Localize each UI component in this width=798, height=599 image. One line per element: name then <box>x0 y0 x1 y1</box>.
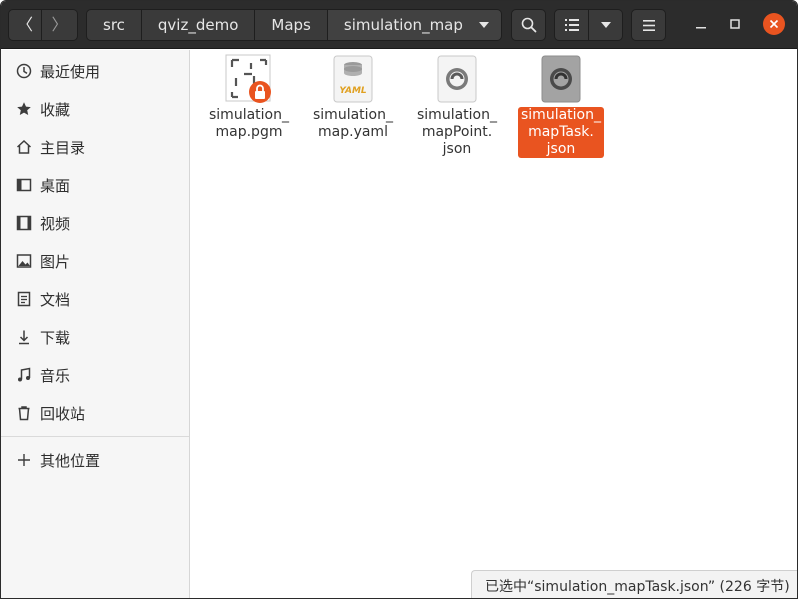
file-name-line: simulation_ <box>521 107 601 123</box>
close-icon <box>769 19 779 29</box>
file-manager-window: 〈 〉 src qviz_demo Maps simulation_map 最近… <box>0 0 798 599</box>
chevron-right-icon: 〉 <box>51 15 68 34</box>
list-view-button[interactable] <box>554 9 589 41</box>
file-view: simulation_ map.pgm YAML simulation_ map… <box>191 50 797 598</box>
video-icon <box>16 215 32 231</box>
sidebar-item-label: 音乐 <box>40 366 71 385</box>
chevron-left-icon: 〈 <box>16 15 33 34</box>
file-name: simulation_ mapPoint. json <box>414 107 500 158</box>
maximize-icon <box>730 19 740 29</box>
file-name-line: json <box>546 141 576 157</box>
file-name-line: simulation_ <box>417 107 497 123</box>
sidebar-item-downloads[interactable]: 下载 <box>1 318 189 356</box>
breadcrumb-src[interactable]: src <box>86 9 142 41</box>
minimize-button[interactable] <box>690 13 712 35</box>
breadcrumb-current-label: simulation_map <box>343 16 463 34</box>
sidebar-item-recent[interactable]: 最近使用 <box>1 52 189 90</box>
sidebar-item-label: 回收站 <box>40 404 86 423</box>
file-item[interactable]: simulation_ mapPoint. json <box>413 54 501 158</box>
json-file-icon <box>536 54 586 104</box>
music-icon <box>16 367 32 383</box>
image-file-icon <box>224 54 274 104</box>
close-button[interactable] <box>763 13 785 35</box>
sidebar-item-other-locations[interactable]: 其他位置 <box>1 441 189 479</box>
sidebar-item-starred[interactable]: 收藏 <box>1 90 189 128</box>
file-name: simulation_ map.pgm <box>206 107 292 141</box>
file-item[interactable]: simulation_ map.pgm <box>205 54 293 141</box>
home-icon <box>16 139 32 155</box>
sidebar-item-label: 视频 <box>40 214 71 233</box>
json-file-icon <box>432 54 482 104</box>
clock-icon <box>16 63 32 79</box>
sidebar-item-label: 图片 <box>40 252 71 271</box>
breadcrumb-maps[interactable]: Maps <box>255 9 328 41</box>
header-bar: 〈 〉 src qviz_demo Maps simulation_map <box>1 1 797 49</box>
document-icon <box>16 291 32 307</box>
sidebar-item-documents[interactable]: 文档 <box>1 280 189 318</box>
star-icon <box>16 101 32 117</box>
sidebar-item-label: 最近使用 <box>40 62 101 81</box>
download-icon <box>16 329 32 345</box>
sidebar: 最近使用 收藏 主目录 桌面 视频 图片 文档 下载 音乐 回收站 其他位置 <box>1 50 190 598</box>
search-icon <box>521 17 536 33</box>
hamburger-icon <box>642 19 655 31</box>
yaml-file-icon: YAML <box>328 54 378 104</box>
sidebar-item-label: 桌面 <box>40 176 71 195</box>
sidebar-item-trash[interactable]: 回收站 <box>1 394 189 432</box>
path-bar: src qviz_demo Maps simulation_map <box>86 9 502 41</box>
minimize-icon <box>696 27 706 29</box>
sidebar-item-label: 主目录 <box>40 138 86 157</box>
file-name: simulation_ map.yaml <box>310 107 396 141</box>
search-button[interactable] <box>511 9 546 41</box>
caret-down-icon <box>600 22 611 28</box>
forward-button[interactable]: 〉 <box>42 9 78 41</box>
sidebar-item-label: 下载 <box>40 328 71 347</box>
file-name-line: simulation_ <box>209 107 289 123</box>
sidebar-separator <box>1 436 189 437</box>
list-view-icon <box>564 19 579 31</box>
file-item-selected[interactable]: simulation_ mapTask. json <box>517 54 605 158</box>
sidebar-item-label: 其他位置 <box>40 451 101 470</box>
sidebar-item-desktop[interactable]: 桌面 <box>1 166 189 204</box>
sidebar-item-label: 收藏 <box>40 100 71 119</box>
file-name-line: map.yaml <box>318 124 388 140</box>
desktop-icon <box>16 177 32 193</box>
yaml-badge-text: YAML <box>339 86 367 96</box>
file-name-line: mapPoint. <box>421 124 493 140</box>
file-name-line: simulation_ <box>313 107 393 123</box>
caret-down-icon <box>478 22 489 28</box>
back-button[interactable]: 〈 <box>8 9 42 41</box>
menu-button[interactable] <box>631 9 666 41</box>
plus-icon <box>16 452 32 468</box>
sidebar-item-music[interactable]: 音乐 <box>1 356 189 394</box>
breadcrumb-simulation-map[interactable]: simulation_map <box>327 9 502 41</box>
sidebar-item-videos[interactable]: 视频 <box>1 204 189 242</box>
sidebar-item-label: 文档 <box>40 290 71 309</box>
breadcrumb-qviz-demo[interactable]: qviz_demo <box>141 9 256 41</box>
file-name-line: json <box>442 141 472 157</box>
maximize-button[interactable] <box>724 13 746 35</box>
view-options-button[interactable] <box>589 9 623 41</box>
file-item[interactable]: YAML simulation_ map.yaml <box>309 54 397 141</box>
sidebar-item-pictures[interactable]: 图片 <box>1 242 189 280</box>
status-bar: 已选中“simulation_mapTask.json” (226 字节) <box>471 570 797 598</box>
picture-icon <box>16 253 32 269</box>
sidebar-item-home[interactable]: 主目录 <box>1 128 189 166</box>
trash-icon <box>16 405 32 421</box>
file-name: simulation_ mapTask. json <box>518 107 604 158</box>
file-name-line: map.pgm <box>215 124 283 140</box>
file-name-line: mapTask. <box>528 124 594 140</box>
